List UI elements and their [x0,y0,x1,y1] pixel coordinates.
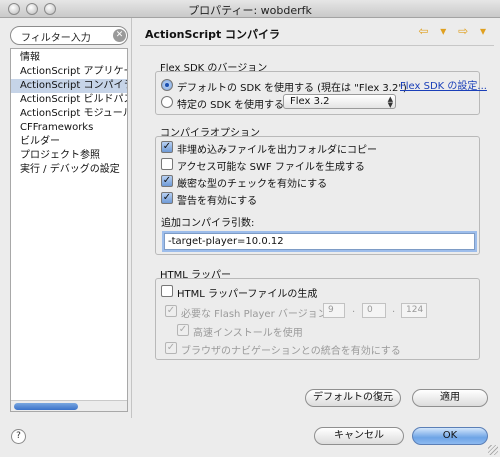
tree-item-actionscript-build-path[interactable]: ActionScript ビルドパス [11,93,127,107]
properties-window: プロパティー: wobderfk フィルター入力 ✕ 情報 ActionScri… [0,0,500,457]
generate-html-wrapper-checkbox[interactable] [161,285,173,297]
flex-sdk-settings-link[interactable]: Flex SDK の設定... [400,77,487,92]
page-title: ActionScript コンパイラ [145,28,281,41]
default-sdk-label[interactable]: デフォルトの SDK を使用する (現在は "Flex 3.2") [177,79,407,94]
resize-grip-icon[interactable] [488,445,498,455]
browser-navigation-checkbox[interactable]: ✓ [165,342,177,354]
tree-item-info[interactable]: 情報 [11,51,127,65]
clear-filter-icon[interactable]: ✕ [113,29,126,42]
tree-item-run-debug-settings[interactable]: 実行 / デバッグの設定 [11,163,127,177]
specific-sdk-radio[interactable] [161,96,173,108]
express-install-checkbox[interactable]: ✓ [177,324,189,336]
compiler-options-group: ✓ 非埋め込みファイルを出力フォルダにコピー アクセス可能な SWF ファイルを… [155,136,480,255]
copy-non-embedded-label[interactable]: 非埋め込みファイルを出力フォルダにコピー [177,141,377,156]
default-sdk-radio[interactable] [161,79,173,91]
tree-item-actionscript-modules[interactable]: ActionScript モジュール [11,107,127,121]
restore-defaults-button[interactable]: デフォルトの復元 [305,389,401,407]
tree-horizontal-scrollbar[interactable] [11,400,127,411]
sdk-select-value: Flex 3.2 [290,96,330,107]
flex-sdk-group: デフォルトの SDK を使用する (現在は "Flex 3.2") Flex S… [155,71,487,115]
select-arrows-icon: ▲ ▼ [387,95,393,109]
sdk-select[interactable]: Flex 3.2 ▲ ▼ [283,94,396,109]
additional-args-input[interactable]: -target-player=10.0.12 [164,233,475,250]
version-major-input[interactable]: 9 [323,303,345,318]
tree-item-actionscript-compiler[interactable]: ActionScript コンパイラ [11,79,127,93]
tree-item-actionscript-application[interactable]: ActionScript アプリケー [11,65,127,79]
express-install-label: 高速インストールを使用 [193,328,303,339]
accessible-swf-checkbox[interactable] [161,158,173,170]
enable-warnings-label[interactable]: 警告を有効にする [177,192,257,207]
specific-sdk-label[interactable]: 特定の SDK を使用する: [177,96,287,111]
version-revision-input[interactable]: 124 [401,303,427,318]
cancel-button[interactable]: キャンセル [314,427,404,445]
property-tree: 情報 ActionScript アプリケー ActionScript コンパイラ… [10,48,128,412]
strict-type-check-checkbox[interactable]: ✓ [161,175,173,187]
header-divider [140,45,494,46]
ok-button[interactable]: OK [412,427,488,445]
tree-item-cfframeworks[interactable]: CFFrameworks [11,121,127,135]
generate-html-wrapper-label[interactable]: HTML ラッパーファイルの生成 [177,285,317,300]
apply-button[interactable]: 適用 [412,389,488,407]
accessible-swf-label[interactable]: アクセス可能な SWF ファイルを生成する [177,158,365,173]
tree-item-builders[interactable]: ビルダー [11,135,127,149]
flash-version-label: 必要な Flash Player バージョン： [181,309,338,320]
version-minor-input[interactable]: 0 [362,303,386,318]
version-separator: . [392,304,396,315]
back-forward-arrows-icon[interactable]: ⇦ ▾ ⇨ ▾ [418,24,490,38]
copy-non-embedded-checkbox[interactable]: ✓ [161,141,173,153]
enable-warnings-checkbox[interactable]: ✓ [161,192,173,204]
version-separator: . [352,304,356,315]
page-header: ActionScript コンパイラ ⇦ ▾ ⇨ ▾ [140,20,494,44]
window-title: プロパティー: wobderfk [188,4,312,17]
additional-args-label: 追加コンパイラ引数: [161,218,255,229]
title-bar: プロパティー: wobderfk [0,0,500,18]
require-flash-version-checkbox[interactable]: ✓ [165,305,177,317]
html-wrapper-group: HTML ラッパーファイルの生成 ✓ 必要な Flash Player バージョ… [155,278,480,360]
tree-item-project-references[interactable]: プロジェクト参照 [11,149,127,163]
help-icon[interactable]: ? [11,429,26,444]
scrollbar-thumb[interactable] [14,403,78,410]
browser-navigation-label: ブラウザのナビゲーションとの統合を有効にする [181,346,401,357]
filter-input[interactable]: フィルター入力 [10,26,128,45]
strict-type-check-label[interactable]: 厳密な型のチェックを有効にする [177,175,327,190]
pane-splitter[interactable] [131,18,132,418]
